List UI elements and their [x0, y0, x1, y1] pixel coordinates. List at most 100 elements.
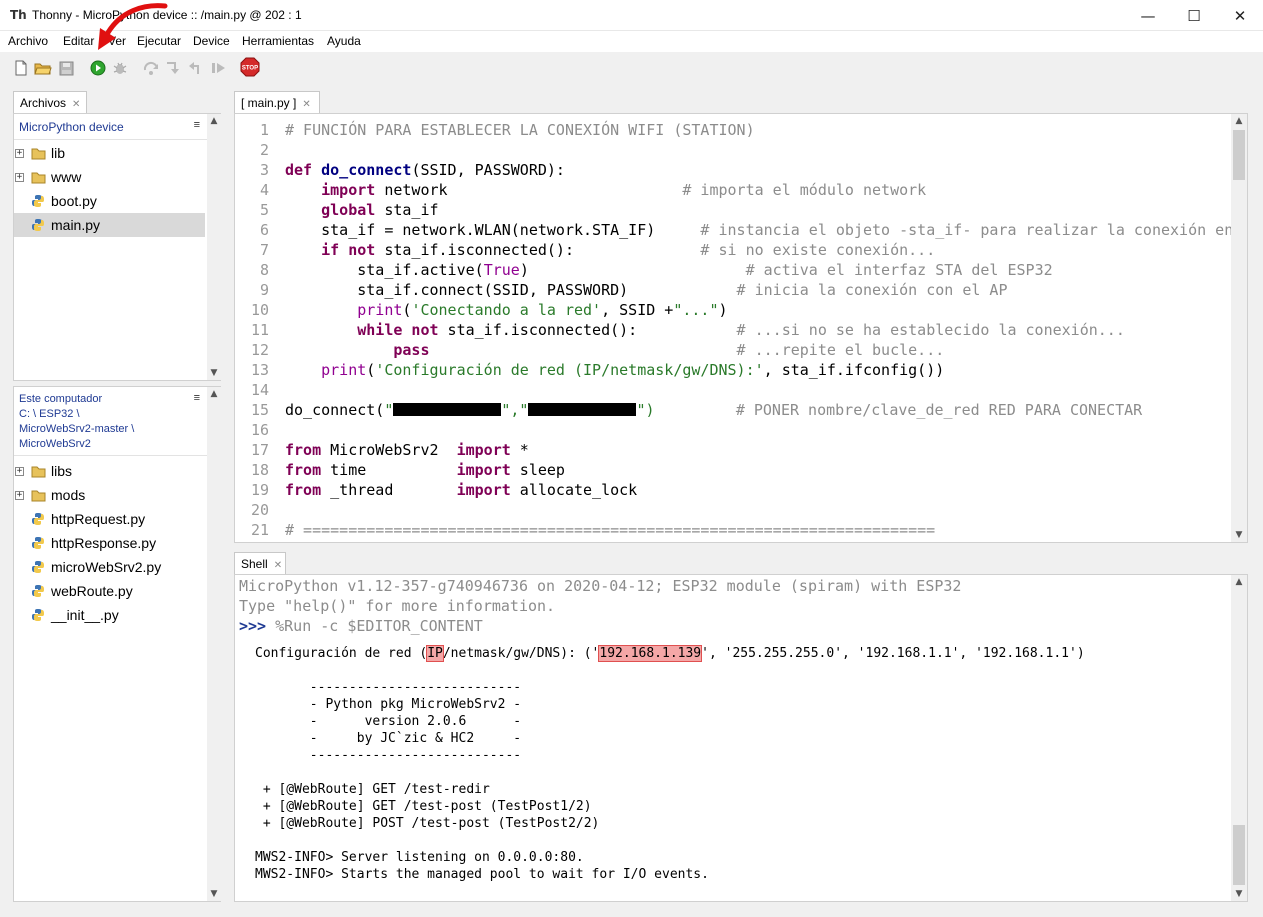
tree-label: main.py	[51, 217, 101, 233]
python-file-icon	[32, 585, 44, 597]
redacted-ssid	[393, 403, 502, 416]
menu-device[interactable]: Device	[193, 34, 230, 48]
scroll-down-icon[interactable]: ▼	[1231, 887, 1247, 901]
tree-label: microWebSrv2.py	[51, 559, 162, 575]
minimize-icon[interactable]: —	[1125, 0, 1171, 31]
local-header: Este computador	[19, 393, 103, 405]
shell-output-config: Configuración de red (IP/netmask/gw/DNS)…	[255, 645, 1085, 662]
scroll-up-icon[interactable]: ▲	[207, 387, 221, 401]
code-line: import network # importa el módulo netwo…	[285, 181, 927, 199]
shell-banner: Type "help()" for more information.	[239, 597, 556, 615]
tab-shell-label: Shell	[241, 557, 268, 571]
tab-main-py[interactable]: [ main.py ] ✕	[234, 91, 320, 113]
expand-icon[interactable]: +	[15, 490, 24, 500]
tree-file-webroute[interactable]: webRoute.py	[14, 579, 205, 603]
open-file-icon[interactable]	[34, 59, 52, 77]
menu-herramientas[interactable]: Herramientas	[242, 34, 314, 48]
expand-icon[interactable]: +	[15, 148, 24, 158]
line-number: 6	[259, 221, 269, 239]
line-number: 18	[250, 461, 269, 479]
shell-command-line: >>> %Run -c $EDITOR_CONTENT	[239, 617, 483, 635]
path-line[interactable]: C: \ ESP32 \	[14, 408, 220, 420]
python-file-icon	[32, 195, 44, 207]
line-number: 7	[259, 241, 269, 259]
line-number: 2	[259, 141, 269, 159]
menu-archivo[interactable]: Archivo	[8, 34, 48, 48]
shell-output-line: + [@WebRoute] GET /test-redir	[255, 782, 490, 797]
tree-folder-lib[interactable]: + lib	[14, 141, 205, 165]
line-number: 5	[259, 201, 269, 219]
expand-icon[interactable]: +	[15, 172, 24, 182]
path-line[interactable]: MicroWebSrv2-master \	[14, 423, 220, 435]
stop-icon[interactable]: STOP	[240, 57, 260, 77]
folder-icon	[31, 172, 46, 183]
maximize-icon[interactable]: ☐	[1171, 0, 1217, 31]
close-tab-icon[interactable]: ✕	[302, 99, 310, 110]
tree-label: webRoute.py	[51, 583, 133, 599]
save-file-icon[interactable]	[57, 59, 75, 77]
python-file-icon	[32, 561, 44, 573]
scroll-down-icon[interactable]: ▼	[207, 887, 221, 901]
local-menu-icon[interactable]: ≡	[194, 392, 200, 404]
shell-output-line: ---------------------------	[255, 748, 522, 763]
local-scrollbar[interactable]: ▲ ▼	[207, 387, 221, 901]
shell-output-line: ---------------------------	[255, 680, 522, 695]
line-number: 14	[250, 381, 269, 399]
redacted-password	[528, 403, 637, 416]
annotation-arrow	[98, 3, 168, 50]
tree-folder-mods[interactable]: + mods	[14, 483, 205, 507]
code-line: # FUNCIÓN PARA ESTABLECER LA CONEXIÓN WI…	[285, 121, 755, 139]
tree-label: lib	[51, 145, 66, 161]
scroll-down-icon[interactable]: ▼	[207, 366, 221, 380]
close-icon[interactable]: ✕	[1217, 0, 1263, 31]
scroll-down-icon[interactable]: ▼	[1231, 528, 1247, 542]
folder-icon	[31, 148, 46, 159]
code-editor[interactable]: 1 2 3 4 5 6 7 8 9 10 11 12 13 14 15 16 1…	[234, 113, 1248, 543]
resume-icon[interactable]	[210, 59, 228, 77]
thonny-app-icon: Th	[10, 8, 27, 22]
line-number: 1	[259, 121, 269, 139]
line-number: 8	[259, 261, 269, 279]
scroll-up-icon[interactable]: ▲	[1231, 575, 1247, 589]
close-tab-icon[interactable]: ✕	[72, 99, 80, 110]
device-scrollbar[interactable]: ▲ ▼	[207, 114, 221, 380]
tree-folder-www[interactable]: + www	[14, 165, 205, 189]
tab-shell[interactable]: Shell ✕	[234, 552, 286, 574]
tree-label: boot.py	[51, 193, 97, 209]
line-number: 19	[250, 481, 269, 499]
tree-file-microwebsrv2[interactable]: microWebSrv2.py	[14, 555, 205, 579]
scroll-up-icon[interactable]: ▲	[207, 114, 221, 128]
code-line: from time import sleep	[285, 461, 565, 479]
tab-archivos[interactable]: Archivos ✕	[13, 91, 87, 113]
code-line: print('Conectando a la red', SSID +"..."…	[357, 301, 728, 319]
scroll-up-icon[interactable]: ▲	[1231, 114, 1247, 128]
python-file-icon	[32, 513, 44, 525]
menu-bar: Archivo Editar Ver Ejecutar Device Herra…	[0, 31, 1263, 52]
tree-file-httpresponse[interactable]: httpResponse.py	[14, 531, 205, 555]
scroll-thumb[interactable]	[1233, 825, 1245, 885]
device-menu-icon[interactable]: ≡	[194, 119, 200, 131]
shell-output-line: MWS2-INFO> Starts the managed pool to wa…	[255, 867, 709, 882]
path-line[interactable]: MicroWebSrv2	[14, 438, 220, 450]
tree-file-httprequest[interactable]: httpRequest.py	[14, 507, 205, 531]
shell-scrollbar[interactable]: ▲ ▼	[1231, 575, 1247, 901]
tree-file-boot[interactable]: boot.py	[14, 189, 205, 213]
editor-scrollbar[interactable]: ▲ ▼	[1231, 114, 1247, 542]
python-file-icon	[32, 609, 44, 621]
step-out-icon[interactable]	[188, 59, 206, 77]
scroll-thumb[interactable]	[1233, 130, 1245, 180]
tree-file-main[interactable]: main.py	[14, 213, 205, 237]
tree-folder-libs[interactable]: + libs	[14, 459, 205, 483]
highlight-ip-address: 192.168.1.139	[598, 645, 703, 662]
tree-file-init[interactable]: __init__.py	[14, 603, 205, 627]
python-file-icon	[32, 537, 44, 549]
close-tab-icon[interactable]: ✕	[274, 560, 282, 571]
line-number: 20	[250, 501, 269, 519]
line-number: 10	[250, 301, 269, 319]
new-file-icon[interactable]	[12, 59, 30, 77]
line-number: 12	[250, 341, 269, 359]
shell-console[interactable]: MicroPython v1.12-357-g740946736 on 2020…	[234, 574, 1248, 902]
menu-ayuda[interactable]: Ayuda	[327, 34, 361, 48]
expand-icon[interactable]: +	[15, 466, 24, 476]
tree-label: www	[51, 169, 82, 185]
